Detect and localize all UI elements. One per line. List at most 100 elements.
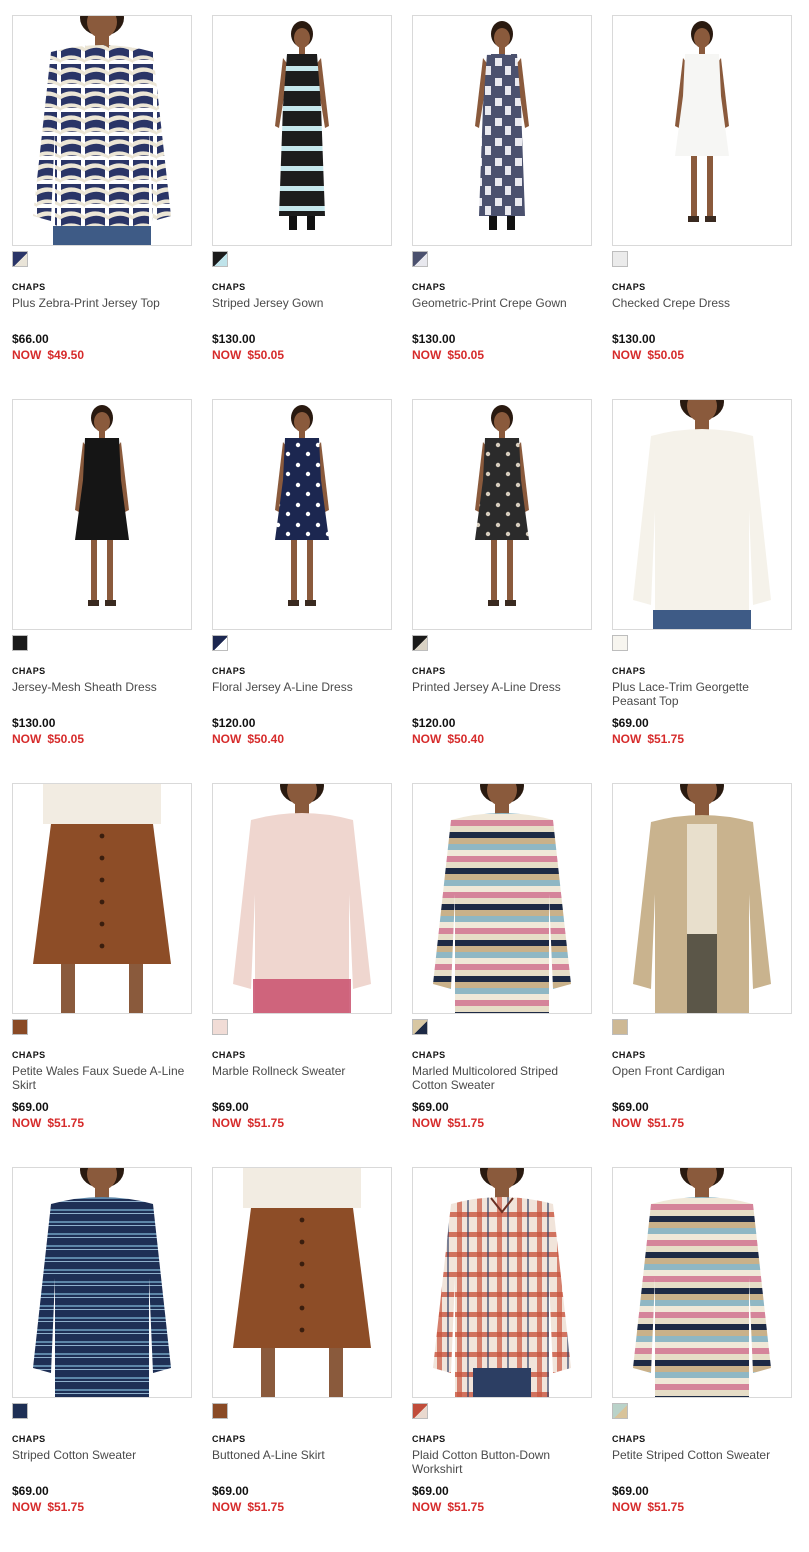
product-title-link[interactable]: Checked Crepe Dress [612, 296, 790, 310]
sale-label: NOW [412, 732, 442, 746]
original-price: $69.00 [212, 1484, 249, 1498]
product-image[interactable] [412, 783, 592, 1014]
sale-price: NOW $50.40 [412, 732, 484, 746]
product-brand: CHAPS [612, 1434, 646, 1444]
sale-price-value: $51.75 [247, 1116, 285, 1130]
sale-price: NOW $51.75 [412, 1116, 484, 1130]
original-price: $66.00 [12, 332, 49, 346]
product-image[interactable] [12, 1167, 192, 1398]
color-swatch[interactable] [412, 251, 428, 267]
color-swatch[interactable] [412, 1019, 428, 1035]
sale-label: NOW [12, 1116, 42, 1130]
product-brand: CHAPS [412, 282, 446, 292]
sale-price-value: $49.50 [47, 348, 85, 362]
sale-label: NOW [612, 732, 642, 746]
product-image[interactable] [212, 399, 392, 630]
sale-price-value: $51.75 [247, 1500, 285, 1514]
product-title-link[interactable]: Marled Multicolored Striped Cotton Sweat… [412, 1064, 590, 1092]
sale-price-value: $51.75 [447, 1116, 485, 1130]
sale-label: NOW [212, 1500, 242, 1514]
sale-label: NOW [412, 348, 442, 362]
sale-price: NOW $50.05 [212, 348, 284, 362]
product-title-link[interactable]: Striped Cotton Sweater [12, 1448, 190, 1462]
product-title-link[interactable]: Plus Zebra-Print Jersey Top [12, 296, 190, 310]
product-brand: CHAPS [612, 282, 646, 292]
sale-label: NOW [212, 1116, 242, 1130]
product-brand: CHAPS [12, 666, 46, 676]
color-swatch[interactable] [612, 635, 628, 651]
product-brand: CHAPS [212, 282, 246, 292]
color-swatch[interactable] [212, 1019, 228, 1035]
original-price: $69.00 [212, 1100, 249, 1114]
product-title-link[interactable]: Buttoned A-Line Skirt [212, 1448, 390, 1462]
product-image[interactable] [612, 399, 792, 630]
sale-price: NOW $51.75 [12, 1116, 84, 1130]
product-brand: CHAPS [12, 1434, 46, 1444]
original-price: $69.00 [612, 1484, 649, 1498]
product-brand: CHAPS [12, 1050, 46, 1060]
sale-price: NOW $51.75 [612, 1500, 684, 1514]
product-image[interactable] [412, 1167, 592, 1398]
sale-price-value: $50.05 [247, 348, 285, 362]
product-title-link[interactable]: Printed Jersey A-Line Dress [412, 680, 590, 694]
product-title-link[interactable]: Striped Jersey Gown [212, 296, 390, 310]
product-image[interactable] [12, 399, 192, 630]
color-swatch[interactable] [412, 635, 428, 651]
sale-price-value: $51.75 [447, 1500, 485, 1514]
product-title-link[interactable]: Geometric-Print Crepe Gown [412, 296, 590, 310]
sale-price-value: $50.05 [47, 732, 85, 746]
original-price: $69.00 [612, 1100, 649, 1114]
product-image[interactable] [412, 399, 592, 630]
sale-price: NOW $51.75 [212, 1500, 284, 1514]
sale-price: NOW $51.75 [12, 1500, 84, 1514]
color-swatch[interactable] [212, 251, 228, 267]
product-image[interactable] [212, 15, 392, 246]
product-image[interactable] [212, 783, 392, 1014]
original-price: $69.00 [12, 1100, 49, 1114]
product-brand: CHAPS [412, 1434, 446, 1444]
product-image[interactable] [12, 15, 192, 246]
product-title-link[interactable]: Jersey-Mesh Sheath Dress [12, 680, 190, 694]
product-title-link[interactable]: Marble Rollneck Sweater [212, 1064, 390, 1078]
original-price: $69.00 [12, 1484, 49, 1498]
product-image[interactable] [612, 1167, 792, 1398]
sale-price-value: $51.75 [647, 732, 685, 746]
sale-price: NOW $51.75 [612, 1116, 684, 1130]
color-swatch[interactable] [12, 251, 28, 267]
color-swatch[interactable] [12, 1019, 28, 1035]
sale-price: NOW $50.05 [612, 348, 684, 362]
color-swatch[interactable] [212, 635, 228, 651]
color-swatch[interactable] [212, 1403, 228, 1419]
product-image[interactable] [212, 1167, 392, 1398]
sale-price-value: $51.75 [47, 1500, 85, 1514]
color-swatch[interactable] [12, 635, 28, 651]
sale-price-value: $50.40 [447, 732, 485, 746]
sale-label: NOW [612, 1500, 642, 1514]
product-title-link[interactable]: Floral Jersey A-Line Dress [212, 680, 390, 694]
product-title-link[interactable]: Open Front Cardigan [612, 1064, 790, 1078]
product-brand: CHAPS [612, 666, 646, 676]
original-price: $130.00 [12, 716, 56, 730]
sale-price: NOW $51.75 [412, 1500, 484, 1514]
original-price: $120.00 [212, 716, 256, 730]
product-title-link[interactable]: Plus Lace-Trim Georgette Peasant Top [612, 680, 790, 708]
sale-label: NOW [612, 1116, 642, 1130]
color-swatch[interactable] [612, 1403, 628, 1419]
color-swatch[interactable] [12, 1403, 28, 1419]
product-image[interactable] [612, 15, 792, 246]
sale-price-value: $51.75 [47, 1116, 85, 1130]
product-title-link[interactable]: Petite Striped Cotton Sweater [612, 1448, 790, 1462]
color-swatch[interactable] [612, 1019, 628, 1035]
product-image[interactable] [612, 783, 792, 1014]
product-brand: CHAPS [612, 1050, 646, 1060]
product-image[interactable] [12, 783, 192, 1014]
product-image[interactable] [412, 15, 592, 246]
color-swatch[interactable] [612, 251, 628, 267]
color-swatch[interactable] [412, 1403, 428, 1419]
product-title-link[interactable]: Plaid Cotton Button-Down Workshirt [412, 1448, 590, 1476]
original-price: $130.00 [212, 332, 256, 346]
sale-price: NOW $50.40 [212, 732, 284, 746]
product-title-link[interactable]: Petite Wales Faux Suede A-Line Skirt [12, 1064, 190, 1092]
sale-label: NOW [612, 348, 642, 362]
sale-label: NOW [412, 1500, 442, 1514]
